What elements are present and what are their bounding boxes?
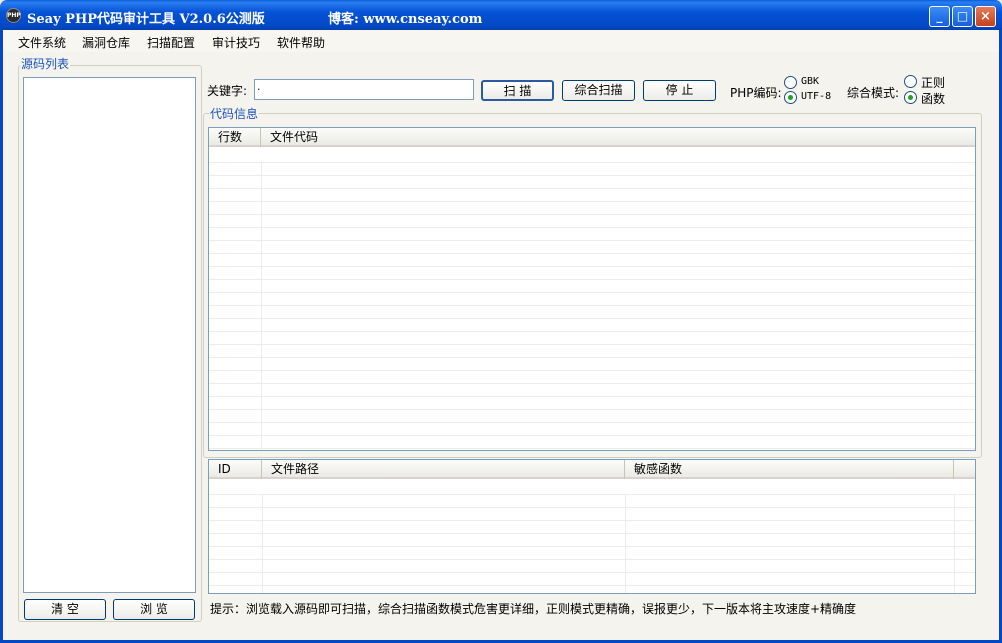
grid-line bbox=[209, 331, 975, 332]
column-id[interactable]: ID bbox=[209, 460, 262, 479]
title-bar[interactable]: PHP Seay PHP代码审计工具 V2.0.6公测版 博客: www.cns… bbox=[0, 0, 1002, 30]
encoding-label: PHP编码: bbox=[730, 86, 782, 100]
column-sensitive-function[interactable]: 敏感函数 bbox=[625, 460, 954, 479]
grid-line bbox=[209, 409, 975, 410]
encoding-utf8-radio[interactable] bbox=[784, 91, 797, 104]
grid-line bbox=[209, 546, 975, 547]
menu-audit-tips[interactable]: 审计技巧 bbox=[212, 34, 260, 51]
column-file-path[interactable]: 文件路径 bbox=[262, 460, 625, 479]
grid-line bbox=[209, 435, 975, 436]
grid-line bbox=[209, 383, 975, 384]
close-icon: × bbox=[980, 9, 991, 24]
grid-line bbox=[209, 344, 975, 345]
code-info-label: 代码信息 bbox=[209, 105, 260, 122]
grid-line bbox=[209, 266, 975, 267]
grid-line bbox=[209, 370, 975, 371]
grid-line bbox=[209, 585, 975, 586]
grid-line bbox=[209, 494, 975, 495]
minimize-icon: _ bbox=[936, 9, 943, 23]
grid-column-line bbox=[262, 494, 263, 593]
grid-line bbox=[209, 253, 975, 254]
grid-column-line bbox=[625, 494, 626, 593]
grid-column-line bbox=[954, 494, 955, 593]
grid-line bbox=[209, 507, 975, 508]
source-file-list[interactable] bbox=[23, 77, 196, 593]
source-list-label: 源码列表 bbox=[20, 55, 71, 72]
clear-button[interactable]: 清 空 bbox=[24, 599, 106, 620]
grid-line bbox=[209, 175, 975, 176]
grid-line bbox=[209, 520, 975, 521]
menu-bar: 文件系统 漏洞仓库 扫描配置 审计技巧 软件帮助 bbox=[3, 30, 999, 52]
window-title: Seay PHP代码审计工具 V2.0.6公测版 bbox=[27, 12, 265, 27]
mode-function-radio[interactable] bbox=[904, 91, 917, 104]
menu-help[interactable]: 软件帮助 bbox=[277, 34, 325, 51]
mode-label: 综合模式: bbox=[847, 86, 900, 100]
status-hint: 提示：浏览载入源码即可扫描，综合扫描函数模式危害更详细，正则模式更精确，误报更少… bbox=[210, 602, 857, 616]
grid-line bbox=[209, 318, 975, 319]
menu-scan-config[interactable]: 扫描配置 bbox=[147, 34, 195, 51]
column-line-number[interactable]: 行数 bbox=[209, 128, 261, 147]
column-file-code[interactable]: 文件代码 bbox=[261, 128, 973, 147]
maximize-button[interactable]: □ bbox=[952, 6, 973, 27]
grid-line bbox=[209, 357, 975, 358]
grid-line bbox=[209, 559, 975, 560]
code-info-header: 行数 文件代码 bbox=[209, 128, 975, 147]
grid-line bbox=[209, 240, 975, 241]
mode-function-label[interactable]: 函数 bbox=[921, 90, 945, 107]
results-header: ID 文件路径 敏感函数 bbox=[209, 460, 975, 479]
keyword-input[interactable]: · bbox=[254, 79, 474, 100]
browse-button[interactable]: 浏 览 bbox=[113, 599, 195, 620]
grid-line bbox=[209, 201, 975, 202]
combined-scan-button[interactable]: 综合扫描 bbox=[562, 80, 635, 101]
encoding-utf8-label[interactable]: UTF-8 bbox=[801, 91, 831, 102]
php-logo-icon[interactable]: PHP bbox=[6, 8, 21, 23]
code-info-table[interactable]: 行数 文件代码 bbox=[208, 127, 976, 451]
grid-line bbox=[209, 422, 975, 423]
menu-file-system[interactable]: 文件系统 bbox=[18, 34, 66, 51]
minimize-button[interactable]: _ bbox=[929, 6, 950, 27]
blog-url: 博客: www.cnseay.com bbox=[328, 12, 483, 27]
results-table[interactable]: ID 文件路径 敏感函数 bbox=[208, 459, 976, 594]
menu-vuln-repo[interactable]: 漏洞仓库 bbox=[82, 34, 130, 51]
close-button[interactable]: × bbox=[975, 6, 996, 27]
grid-line bbox=[209, 396, 975, 397]
grid-line bbox=[209, 572, 975, 573]
encoding-gbk-label[interactable]: GBK bbox=[801, 76, 819, 87]
maximize-icon: □ bbox=[956, 9, 969, 23]
grid-line bbox=[209, 188, 975, 189]
encoding-gbk-radio[interactable] bbox=[784, 76, 797, 89]
grid-line bbox=[209, 227, 975, 228]
grid-line bbox=[209, 533, 975, 534]
grid-line bbox=[209, 305, 975, 306]
mode-regex-radio[interactable] bbox=[904, 75, 917, 88]
scan-button[interactable]: 扫 描 bbox=[481, 80, 554, 101]
grid-line bbox=[209, 214, 975, 215]
grid-line bbox=[209, 448, 975, 449]
grid-line bbox=[209, 292, 975, 293]
keyword-label: 关键字: bbox=[207, 84, 248, 98]
grid-line bbox=[209, 162, 975, 163]
stop-button[interactable]: 停 止 bbox=[643, 80, 716, 101]
grid-line bbox=[209, 279, 975, 280]
grid-column-line bbox=[261, 162, 262, 450]
mode-regex-label[interactable]: 正则 bbox=[921, 74, 945, 91]
